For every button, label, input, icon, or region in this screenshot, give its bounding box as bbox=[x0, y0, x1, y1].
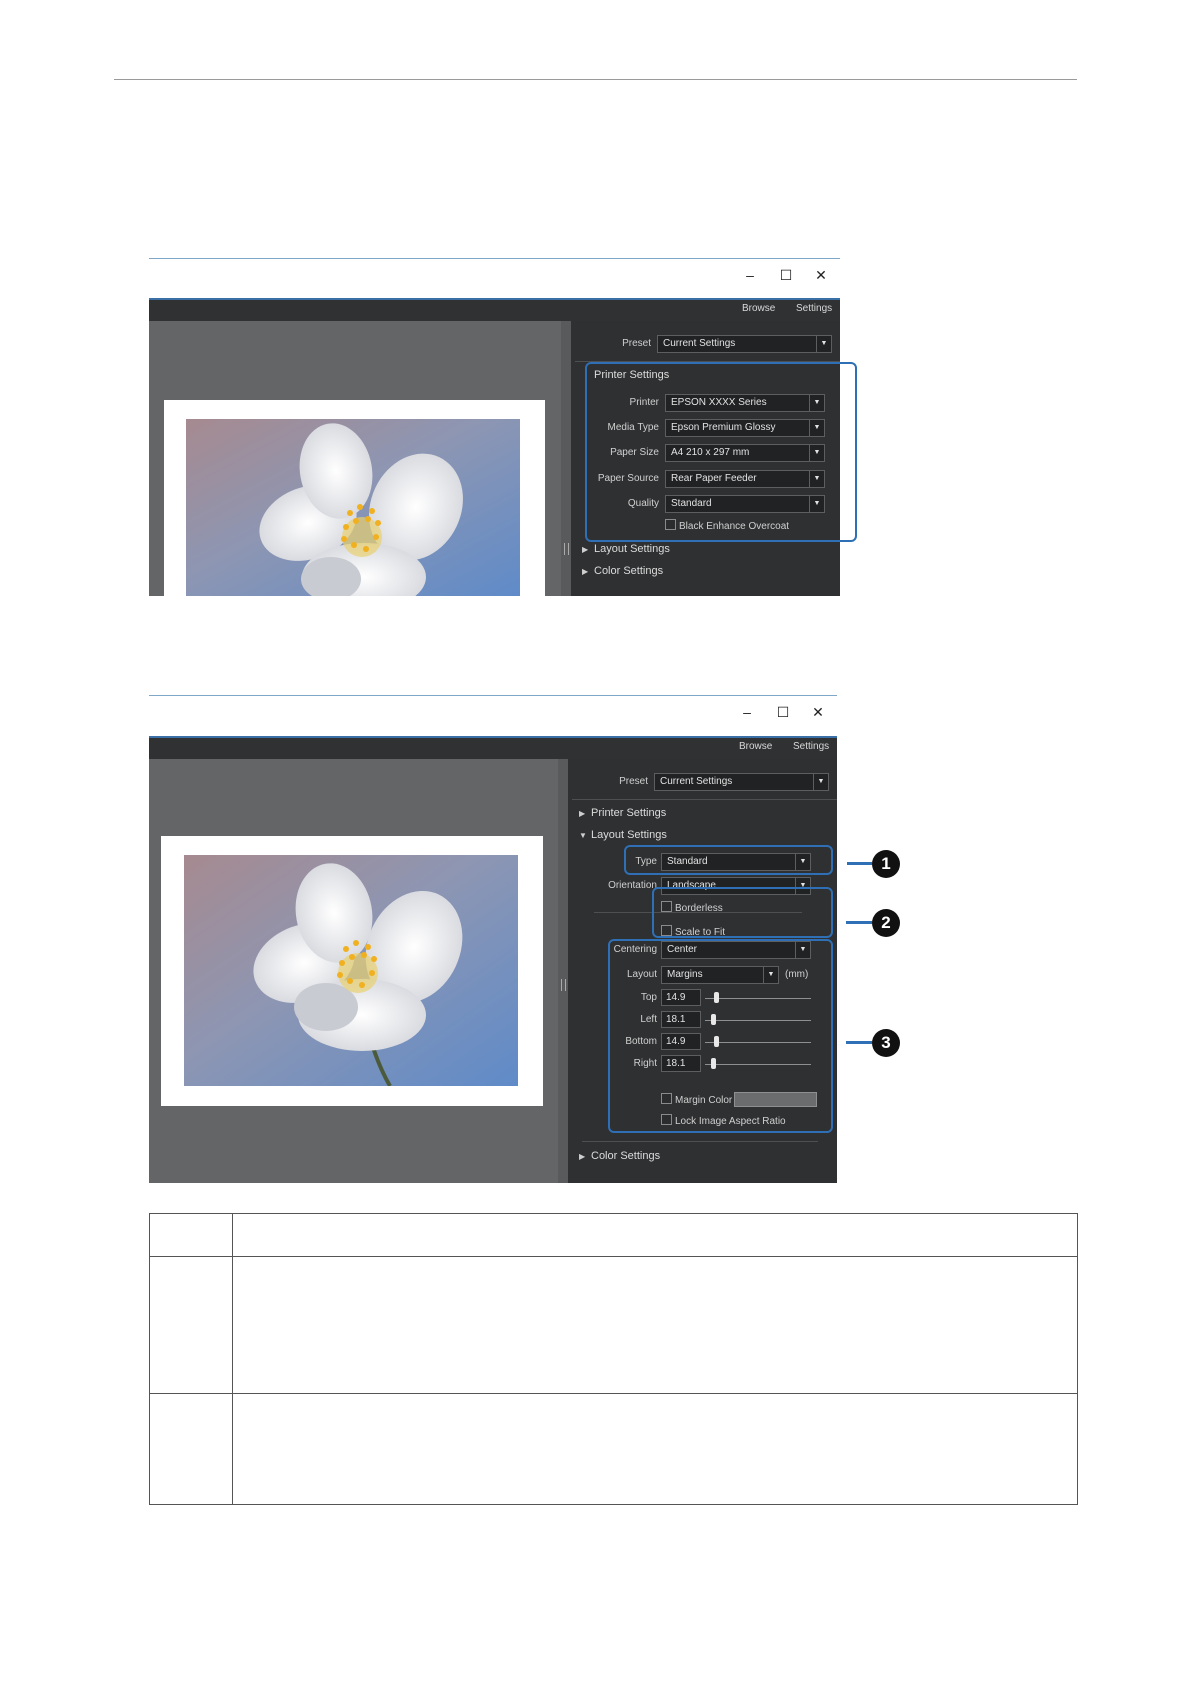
paper-preview bbox=[164, 400, 545, 596]
preset-dropdown[interactable]: Current Settings ▼ bbox=[654, 773, 829, 791]
callout-2-badge: 2 bbox=[872, 909, 900, 937]
chevron-down-icon: ▼ bbox=[816, 336, 831, 352]
preview-area bbox=[149, 321, 561, 596]
splitter-grip-icon[interactable] bbox=[564, 543, 569, 555]
table-cell bbox=[149, 1213, 233, 1257]
callout-2-line bbox=[846, 921, 872, 924]
close-icon[interactable]: ✕ bbox=[803, 700, 833, 724]
menubar: Browse Settings bbox=[149, 736, 837, 759]
maximize-icon[interactable]: ☐ bbox=[768, 700, 798, 724]
menu-settings[interactable]: Settings bbox=[793, 741, 829, 752]
section-printer-settings[interactable]: ▶ Printer Settings bbox=[579, 807, 666, 819]
table-cell bbox=[232, 1256, 1078, 1394]
table-row bbox=[149, 1256, 1078, 1394]
callout-1-line bbox=[847, 862, 872, 865]
orientation-label: Orientation bbox=[608, 880, 657, 891]
screenshot-layout-settings: – ☐ ✕ Browse Settings Preset Current Set… bbox=[149, 695, 837, 1183]
callout-3-badge: 3 bbox=[872, 1029, 900, 1057]
description-table bbox=[149, 1213, 1078, 1505]
section-layout-settings[interactable]: ▶ Layout Settings bbox=[582, 543, 670, 555]
maximize-icon[interactable]: ☐ bbox=[771, 263, 801, 287]
printer-settings-highlight bbox=[585, 362, 857, 542]
table-row bbox=[149, 1213, 1078, 1257]
table-cell bbox=[232, 1213, 1078, 1257]
borderless-highlight bbox=[652, 887, 833, 938]
collapse-arrow-icon: ▼ bbox=[579, 831, 587, 840]
section-layout-settings[interactable]: ▼ Layout Settings bbox=[579, 829, 667, 841]
callout-1-badge: 1 bbox=[872, 850, 900, 878]
window-titlebar: – ☐ ✕ bbox=[149, 258, 840, 299]
menubar: Browse Settings bbox=[149, 298, 840, 321]
flower-photo bbox=[186, 419, 520, 596]
flower-photo bbox=[184, 855, 518, 1086]
callout-3-line bbox=[846, 1041, 872, 1044]
menu-browse[interactable]: Browse bbox=[739, 741, 772, 752]
table-row bbox=[149, 1393, 1078, 1505]
screenshot-printer-settings: – ☐ ✕ Browse Settings Preset Current Set… bbox=[149, 258, 857, 596]
table-cell bbox=[149, 1393, 233, 1505]
margins-highlight bbox=[608, 939, 833, 1133]
expand-arrow-icon: ▶ bbox=[582, 567, 589, 576]
type-highlight bbox=[624, 845, 833, 875]
section-color-settings[interactable]: ▶ Color Settings bbox=[579, 1150, 660, 1162]
splitter-grip-icon[interactable] bbox=[561, 979, 566, 991]
table-cell bbox=[149, 1256, 233, 1394]
expand-arrow-icon: ▶ bbox=[579, 809, 586, 818]
preview-area bbox=[149, 759, 558, 1183]
paper-preview bbox=[161, 836, 543, 1106]
settings-panel: Preset Current Settings ▼ Printer Setting… bbox=[571, 321, 857, 596]
close-icon[interactable]: ✕ bbox=[806, 263, 836, 287]
minimize-icon[interactable]: – bbox=[732, 700, 762, 724]
header-rule bbox=[114, 79, 1077, 80]
window-titlebar: – ☐ ✕ bbox=[149, 695, 837, 736]
expand-arrow-icon: ▶ bbox=[579, 1152, 586, 1161]
menu-settings[interactable]: Settings bbox=[796, 303, 832, 314]
menu-browse[interactable]: Browse bbox=[742, 303, 775, 314]
pane-splitter[interactable] bbox=[561, 321, 571, 596]
preset-label: Preset bbox=[619, 776, 648, 787]
table-cell bbox=[232, 1393, 1078, 1505]
chevron-down-icon: ▼ bbox=[813, 774, 828, 790]
divider bbox=[582, 1141, 818, 1142]
pane-splitter[interactable] bbox=[558, 759, 568, 1183]
settings-panel: Preset Current Settings ▼ ▶ Printer Settin… bbox=[568, 759, 837, 1183]
preset-label: Preset bbox=[622, 338, 651, 349]
expand-arrow-icon: ▶ bbox=[582, 545, 589, 554]
divider bbox=[572, 799, 837, 800]
minimize-icon[interactable]: – bbox=[735, 263, 765, 287]
section-color-settings[interactable]: ▶ Color Settings bbox=[582, 565, 663, 577]
preset-dropdown[interactable]: Current Settings ▼ bbox=[657, 335, 832, 353]
